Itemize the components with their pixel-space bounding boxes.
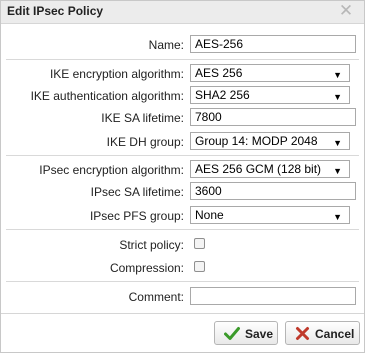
footer-separator (1, 313, 364, 314)
ipsec-sa-lifetime-row: IPsec SA lifetime: 3600 (1, 182, 364, 202)
dropdown-arrow-icon: ▼ (333, 212, 342, 222)
strict-policy-row: Strict policy: (1, 235, 364, 255)
edit-ipsec-policy-dialog: Edit IPsec Policy ✕ Name: AES-256 IKE en… (0, 0, 365, 353)
x-icon (296, 327, 309, 340)
separator (6, 155, 359, 156)
ike-authentication-row: IKE authentication algorithm: SHA2 256 ▼ (1, 86, 364, 106)
dialog-title: Edit IPsec Policy (7, 4, 104, 18)
strict-policy-label: Strict policy: (119, 238, 184, 252)
ipsec-encryption-row: IPsec encryption algorithm: AES 256 GCM … (1, 160, 364, 180)
strict-policy-checkbox[interactable] (194, 238, 205, 249)
ike-authentication-select[interactable]: SHA2 256 ▼ (190, 86, 350, 104)
dropdown-arrow-icon: ▼ (333, 92, 342, 102)
dialog-titlebar[interactable]: Edit IPsec Policy ✕ (1, 1, 364, 24)
ike-sa-lifetime-input[interactable]: 7800 (190, 108, 356, 126)
separator (6, 281, 359, 282)
separator (6, 229, 359, 230)
dropdown-arrow-icon: ▼ (333, 166, 342, 176)
ipsec-pfs-group-row: IPsec PFS group: None ▼ (1, 206, 364, 226)
ike-dh-group-row: IKE DH group: Group 14: MODP 2048 ▼ (1, 132, 364, 152)
compression-checkbox[interactable] (194, 261, 205, 272)
ike-sa-lifetime-label: IKE SA lifetime: (101, 111, 184, 125)
ipsec-encryption-label: IPsec encryption algorithm: (39, 163, 184, 177)
save-label: Save (245, 327, 274, 341)
ipsec-sa-lifetime-input[interactable]: 3600 (190, 182, 356, 200)
ipsec-pfs-group-label: IPsec PFS group: (89, 209, 184, 223)
ike-encryption-value: AES 256 (195, 66, 243, 80)
name-row: Name: AES-256 (1, 35, 364, 55)
ike-authentication-label: IKE authentication algorithm: (30, 89, 184, 103)
separator (6, 59, 359, 60)
comment-label: Comment: (128, 290, 184, 304)
ike-dh-group-select[interactable]: Group 14: MODP 2048 ▼ (190, 132, 350, 150)
ike-encryption-row: IKE encryption algorithm: AES 256 ▼ (1, 64, 364, 84)
cancel-button[interactable]: Cancel (285, 321, 360, 345)
comment-input[interactable] (190, 287, 356, 305)
ike-encryption-select[interactable]: AES 256 ▼ (190, 64, 350, 82)
ipsec-sa-lifetime-label: IPsec SA lifetime: (90, 185, 184, 199)
ike-encryption-label: IKE encryption algorithm: (49, 67, 184, 81)
checkmark-icon (224, 327, 240, 340)
ike-dh-group-value: Group 14: MODP 2048 (195, 134, 318, 148)
dropdown-arrow-icon: ▼ (333, 70, 342, 80)
ipsec-encryption-select[interactable]: AES 256 GCM (128 bit) ▼ (190, 160, 350, 178)
save-button[interactable]: Save (214, 321, 278, 345)
ike-dh-group-label: IKE DH group: (106, 135, 184, 149)
compression-row: Compression: (1, 258, 364, 278)
ipsec-encryption-value: AES 256 GCM (128 bit) (195, 162, 322, 176)
ike-sa-lifetime-row: IKE SA lifetime: 7800 (1, 108, 364, 128)
ipsec-pfs-group-value: None (195, 208, 224, 222)
name-label: Name: (148, 38, 184, 52)
compression-label: Compression: (109, 261, 184, 275)
ike-authentication-value: SHA2 256 (195, 88, 250, 102)
cancel-label: Cancel (315, 327, 355, 341)
close-icon[interactable]: ✕ (338, 2, 354, 20)
dropdown-arrow-icon: ▼ (333, 138, 342, 148)
name-input[interactable]: AES-256 (190, 35, 356, 53)
comment-row: Comment: (1, 287, 364, 307)
ipsec-pfs-group-select[interactable]: None ▼ (190, 206, 350, 224)
